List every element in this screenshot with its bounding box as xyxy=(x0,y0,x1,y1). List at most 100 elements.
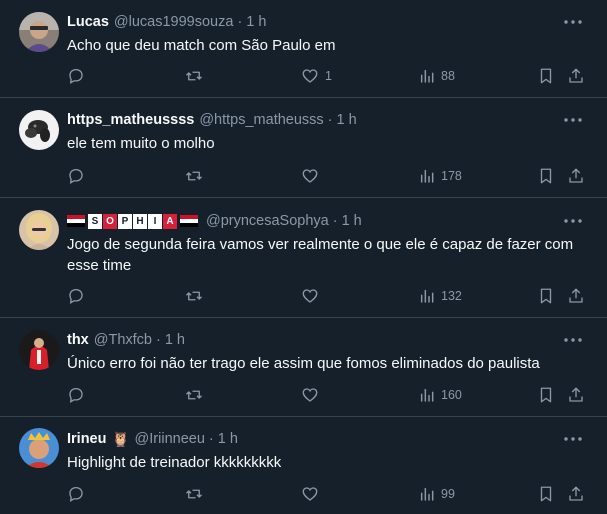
tweet-header: Lucas @lucas1999souza · 1 h xyxy=(67,12,266,32)
display-name-letter: H xyxy=(133,213,147,229)
display-name-letter: P xyxy=(118,213,132,229)
avatar[interactable] xyxy=(19,330,59,370)
handle[interactable]: @Iriinneeu xyxy=(135,431,205,447)
timestamp[interactable]: 1 h xyxy=(246,14,266,30)
handle[interactable]: @https_matheusss xyxy=(199,112,323,128)
tweet-text: Jogo de segunda feira vamos ver realment… xyxy=(67,236,574,274)
share-icon xyxy=(569,168,583,183)
bookmark-button[interactable] xyxy=(537,484,555,504)
view-count: 88 xyxy=(441,69,455,83)
tweet-actions: 178 xyxy=(67,166,585,186)
share-button[interactable] xyxy=(567,286,585,306)
tweet[interactable]: Lucas @lucas1999souza · 1 h Acho que deu… xyxy=(0,0,607,98)
reply-button[interactable] xyxy=(67,286,91,306)
retweet-button[interactable] xyxy=(185,385,209,405)
avatar[interactable] xyxy=(19,428,59,468)
like-button[interactable] xyxy=(301,166,325,186)
views-button[interactable]: 160 xyxy=(419,385,462,405)
tweet[interactable]: thx @Thxfcb · 1 h Único erro foi não ter… xyxy=(0,318,607,417)
reply-button[interactable] xyxy=(67,484,91,504)
tweet[interactable]: Irineu 🦉 @Iriinneeu · 1 h Highlight de t… xyxy=(0,417,607,514)
owl-icon: 🦉 xyxy=(111,431,130,448)
share-button[interactable] xyxy=(567,166,585,186)
reply-button[interactable] xyxy=(67,166,91,186)
handle[interactable]: @Thxfcb xyxy=(94,332,152,348)
bookmark-icon xyxy=(540,486,552,502)
views-chart-icon xyxy=(420,289,434,303)
more-horizontal-icon[interactable] xyxy=(561,330,585,350)
separator: · xyxy=(237,14,243,30)
views-button[interactable]: 178 xyxy=(419,166,462,186)
heart-icon xyxy=(302,487,318,501)
tweet-text: Acho que deu match com São Paulo em xyxy=(67,37,336,54)
like-button[interactable]: 1 xyxy=(301,66,332,86)
display-name[interactable]: thx xyxy=(67,332,89,348)
avatar[interactable] xyxy=(19,110,59,150)
bookmark-button[interactable] xyxy=(537,166,555,186)
timestamp[interactable]: 1 h xyxy=(218,431,238,447)
separator: · xyxy=(155,332,161,348)
tweet[interactable]: https_matheussss @https_matheusss · 1 h … xyxy=(0,98,607,198)
handle[interactable]: @pryncesaSophya xyxy=(206,213,329,229)
like-button[interactable] xyxy=(301,286,325,306)
retweet-icon xyxy=(186,171,202,181)
reply-icon xyxy=(69,168,83,185)
share-button[interactable] xyxy=(567,484,585,504)
view-count: 99 xyxy=(441,487,455,501)
bookmark-button[interactable] xyxy=(537,286,555,306)
avatar[interactable] xyxy=(19,12,59,52)
share-icon xyxy=(569,486,583,501)
heart-icon xyxy=(302,289,318,303)
share-button[interactable] xyxy=(567,385,585,405)
like-count: 1 xyxy=(325,69,332,83)
more-horizontal-icon[interactable] xyxy=(561,211,585,231)
heart-icon xyxy=(302,169,318,183)
bookmark-button[interactable] xyxy=(537,385,555,405)
like-button[interactable] xyxy=(301,484,325,504)
retweet-icon xyxy=(186,71,202,81)
views-button[interactable]: 88 xyxy=(419,66,455,86)
reply-icon xyxy=(69,387,83,404)
bookmark-icon xyxy=(540,387,552,403)
timestamp[interactable]: 1 h xyxy=(342,213,362,229)
tweet-header: S O P H I A @pryncesaSophya · 1 h xyxy=(67,211,362,231)
more-horizontal-icon[interactable] xyxy=(561,110,585,130)
retweet-button[interactable] xyxy=(185,286,209,306)
retweet-icon xyxy=(186,489,202,499)
display-name[interactable]: S O P H I A xyxy=(67,213,201,229)
retweet-button[interactable] xyxy=(185,484,209,504)
separator: · xyxy=(327,112,333,128)
heart-icon xyxy=(302,388,318,402)
tweet-text: Único erro foi não ter trago ele assim q… xyxy=(67,355,540,372)
bookmark-icon xyxy=(540,68,552,84)
bookmark-button[interactable] xyxy=(537,66,555,86)
timestamp[interactable]: 1 h xyxy=(165,332,185,348)
view-count: 160 xyxy=(441,388,462,402)
display-name[interactable]: Lucas xyxy=(67,14,109,30)
views-button[interactable]: 99 xyxy=(419,484,455,504)
reply-button[interactable] xyxy=(67,66,91,86)
share-icon xyxy=(569,387,583,402)
views-button[interactable]: 132 xyxy=(419,286,462,306)
display-name[interactable]: https_matheussss xyxy=(67,112,194,128)
more-horizontal-icon[interactable] xyxy=(561,12,585,32)
retweet-button[interactable] xyxy=(185,166,209,186)
retweet-button[interactable] xyxy=(185,66,209,86)
tweet[interactable]: S O P H I A @pryncesaSophya · 1 h Jogo d… xyxy=(0,198,607,318)
view-count: 132 xyxy=(441,289,462,303)
reply-button[interactable] xyxy=(67,385,91,405)
avatar[interactable] xyxy=(19,210,59,250)
handle[interactable]: @lucas1999souza xyxy=(114,14,234,30)
share-button[interactable] xyxy=(567,66,585,86)
display-name[interactable]: Irineu xyxy=(67,431,106,447)
tweet-header: Irineu 🦉 @Iriinneeu · 1 h xyxy=(67,429,238,449)
more-horizontal-icon[interactable] xyxy=(561,429,585,449)
timestamp[interactable]: 1 h xyxy=(337,112,357,128)
display-name-letter: I xyxy=(148,213,162,229)
reply-icon xyxy=(69,68,83,85)
retweet-icon xyxy=(186,390,202,400)
like-button[interactable] xyxy=(301,385,325,405)
views-chart-icon xyxy=(420,69,434,83)
flag-icon xyxy=(67,215,85,227)
share-icon xyxy=(569,68,583,83)
